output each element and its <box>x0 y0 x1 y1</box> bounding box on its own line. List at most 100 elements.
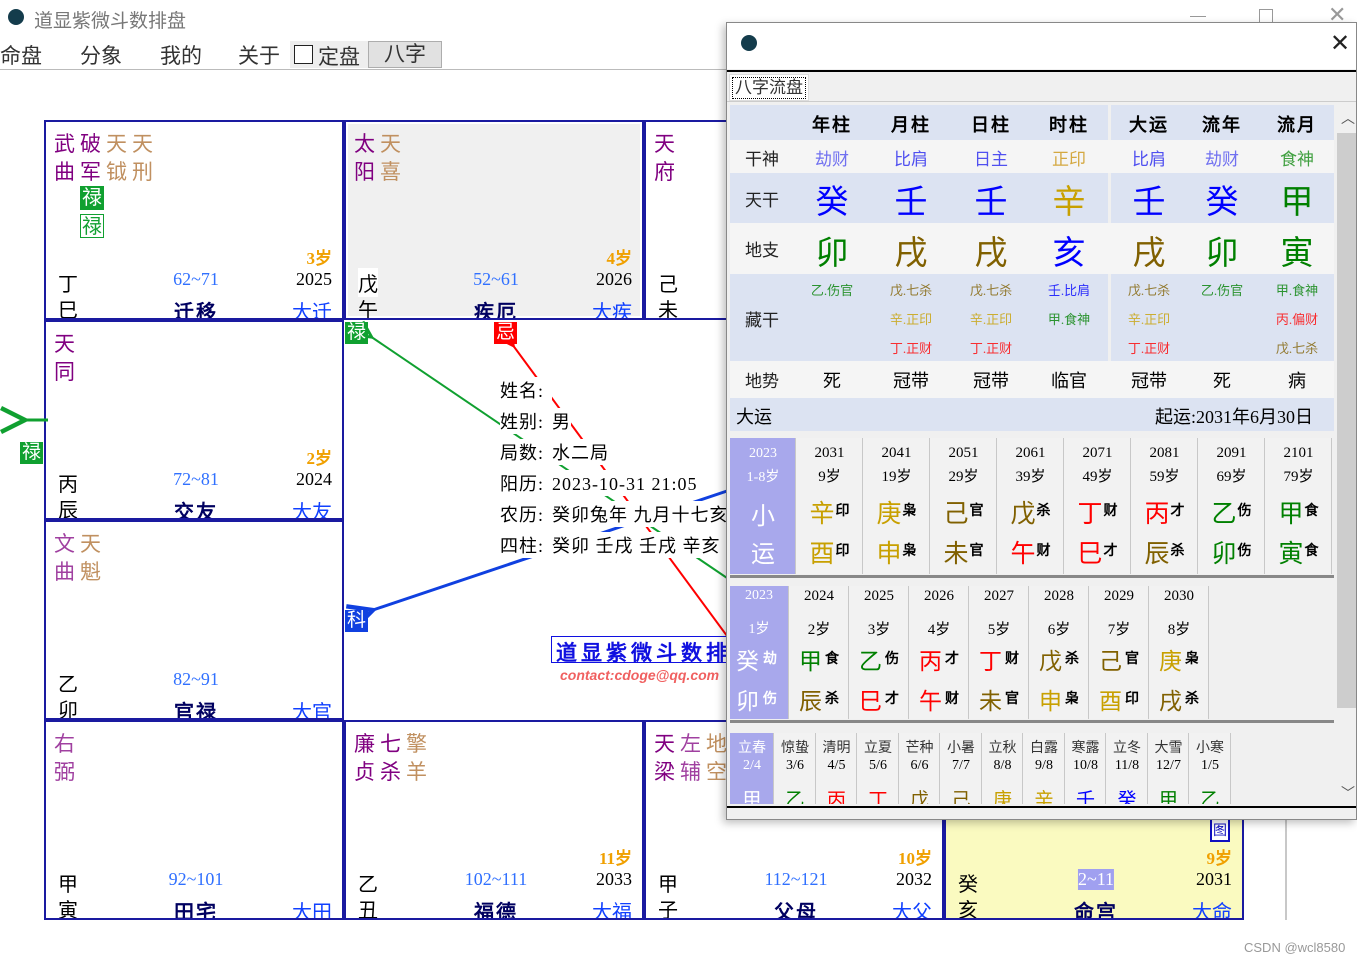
dishi-cell: 临官 <box>1051 371 1087 391</box>
shishen-short: 才 <box>1170 504 1185 519</box>
solar-term: 立秋 <box>988 741 1017 756</box>
liuyue-cell[interactable]: 大雪 12/7 甲 <box>1147 733 1189 804</box>
dizhi-cell: 戌 <box>1132 236 1166 272</box>
info-value: 2023-10-31 21:05 <box>552 474 698 494</box>
dayun-cell[interactable]: 2031 9岁辛印酉印 <box>796 438 863 574</box>
canggan-cell: 乙.伤官 <box>1200 283 1244 298</box>
solar-term: 小暑 <box>947 741 975 756</box>
shishen-short: 伤 <box>1237 544 1252 559</box>
scrollbar[interactable]: ︿ ﹀ <box>1337 105 1356 805</box>
tiangan-cell: 壬 <box>974 185 1008 221</box>
info-row: 姓别: 男 <box>500 408 572 434</box>
dishi-cell: 冠带 <box>1131 371 1167 391</box>
year: 2041 <box>881 445 912 461</box>
dayun-cell[interactable]: 2081 59岁丙才辰杀 <box>1131 438 1198 574</box>
liunian-cell[interactable]: 2029 7岁己官酉印 <box>1089 586 1149 719</box>
scrollbar-thumb[interactable] <box>1337 133 1356 708</box>
liunian-first-branch: 卯 <box>736 689 759 714</box>
liuyue-cell[interactable]: 小暑 7/7 己 <box>940 733 982 804</box>
liunian-cell[interactable]: 2024 2岁甲食辰杀 <box>789 586 849 719</box>
ganzhi: 午 <box>919 689 942 714</box>
row-label-dishi: 地势 <box>745 372 779 391</box>
outer-lu-mark: 禄 <box>20 442 43 464</box>
liuyue-cell[interactable]: 立夏 5/6 丁 <box>857 733 899 804</box>
solar-term: 惊蛰 <box>781 741 809 756</box>
liuyue-cell[interactable]: 白露 9/8 辛 <box>1023 733 1065 804</box>
dizhi-cell: 亥 <box>1052 236 1086 272</box>
ganzhi: 辰 <box>1144 541 1170 568</box>
term-date: 12/7 <box>1156 758 1181 773</box>
liuyue-cell[interactable]: 芒种 6/6 戊 <box>898 733 940 804</box>
liuyue-cell[interactable]: 清明 4/5 丙 <box>815 733 857 804</box>
year: 2026 <box>924 588 954 604</box>
age: 6岁 <box>1047 622 1071 638</box>
liunian-cell[interactable]: 2028 6岁戊杀申枭 <box>1029 586 1089 719</box>
age: 8岁 <box>1167 622 1191 638</box>
ganzhi: 戊 <box>1010 501 1036 528</box>
bazi-dialog: ✕ 八字流盘 年柱 月柱 日柱 时柱 大运 流年 流月 干神 天干 地支 藏干 地势 劫财 比肩 日主 正印比… <box>726 22 1357 820</box>
info-row: 四柱: 癸卯 壬戌 壬戌 辛亥 <box>500 532 721 558</box>
month-stem: 庚 <box>992 790 1013 804</box>
liuyue-cell[interactable]: 惊蛰 3/6 乙 <box>774 733 816 804</box>
shishen-cell: 比肩 <box>1132 150 1166 169</box>
ganzhi: 己 <box>943 501 969 528</box>
age: 59岁 <box>1149 469 1180 485</box>
dayun-cell[interactable]: 2061 39岁戊杀午财 <box>997 438 1064 574</box>
dayun-cell[interactable]: 2051 29岁己官未官 <box>930 438 997 574</box>
liuyue-row: 立春 2/4 甲 惊蛰 3/6 乙 清明 4/5 丙 立夏 5/6 丁 芒种 6/6 戊 小暑 7/7 己 立秋 8/… <box>730 733 1334 804</box>
liunian-first-cell[interactable]: 2023 1岁癸劫卯伤 <box>730 586 789 719</box>
solar-term: 小寒 <box>1196 741 1224 756</box>
tab-bazi-liupan[interactable]: 八字流盘 <box>729 74 809 101</box>
shishen-short: 才 <box>1103 544 1118 559</box>
liunian-cell[interactable]: 2026 4岁丙才午财 <box>909 586 969 719</box>
age: 9岁 <box>818 469 841 485</box>
dayun-cell[interactable]: 2041 19岁庚枭申枭 <box>863 438 930 574</box>
canggan-cell: 乙.伤官 <box>810 283 854 298</box>
ganzhi: 寅 <box>1278 541 1304 568</box>
titlebar-divider <box>727 70 1356 72</box>
ganzhi: 午 <box>1010 541 1036 568</box>
ganzhi: 戊 <box>1039 649 1062 674</box>
shishen-cell: 正印 <box>1052 150 1086 169</box>
year: 2051 <box>948 445 979 461</box>
info-row: 农历: 癸卯兔年 九月十七亥 <box>500 501 729 527</box>
ganzhi: 辛 <box>809 501 835 528</box>
dayun-cell[interactable]: 2091 69岁乙伤卯伤 <box>1198 438 1265 574</box>
ganzhi: 乙 <box>1211 501 1237 528</box>
liuyue-cell[interactable]: 立冬 11/8 癸 <box>1106 733 1148 804</box>
shishen-short: 官 <box>1125 652 1139 667</box>
liunian-cell[interactable]: 2027 5岁丁财未官 <box>969 586 1029 719</box>
ganzhi: 巳 <box>859 689 882 714</box>
liunian-first-year: 2023 <box>745 588 773 603</box>
info-value: 癸卯兔年 九月十七亥 <box>552 505 729 525</box>
liunian-cell[interactable]: 2025 3岁乙伤巳才 <box>849 586 909 719</box>
canggan-cell: 辛.正印 <box>969 312 1013 327</box>
dayun-cell[interactable]: 2071 49岁丁财巳才 <box>1064 438 1131 574</box>
scroll-down-icon[interactable]: ﹀ <box>1341 783 1355 803</box>
liuyue-cell[interactable]: 寒露 10/8 壬 <box>1064 733 1106 804</box>
shishen-short: 食 <box>825 652 839 667</box>
liuyue-first-cell[interactable]: 立春 2/4 甲 <box>730 733 774 804</box>
dayun-cell[interactable]: 2101 79岁甲食寅食 <box>1265 438 1332 574</box>
scroll-up-icon[interactable]: ︿ <box>1341 108 1355 128</box>
liunian-first-age: 1岁 <box>748 622 770 637</box>
liuyue-cell[interactable]: 小寒 1/5 乙 <box>1189 733 1231 804</box>
canggan-cell: 戊.七杀 <box>889 283 933 298</box>
liuyue-first-date: 2/4 <box>743 758 761 773</box>
year: 2071 <box>1082 445 1113 461</box>
liunian-first-branch-ss: 伤 <box>763 692 777 707</box>
dayun-first-l1: 小 <box>751 504 775 530</box>
age: 19岁 <box>881 469 912 485</box>
liuyue-cell[interactable]: 立秋 8/8 庚 <box>981 733 1023 804</box>
info-value: 癸卯 壬戌 壬戌 辛亥 <box>552 536 721 556</box>
column-header: 时柱 <box>1049 115 1089 135</box>
dayun-first-cell[interactable]: 2023 1-8岁小运 <box>730 438 796 574</box>
tiangan-cell: 甲 <box>1280 185 1314 221</box>
solar-term: 寒露 <box>1071 741 1100 756</box>
shishen-short: 伤 <box>885 652 899 667</box>
ji-mark: 忌 <box>494 322 517 344</box>
shishen-short: 枭 <box>902 504 917 519</box>
dialog-close-button[interactable]: ✕ <box>1330 29 1350 58</box>
term-date: 1/5 <box>1201 758 1219 773</box>
liunian-cell[interactable]: 2030 8岁庚枭戌杀 <box>1149 586 1209 719</box>
